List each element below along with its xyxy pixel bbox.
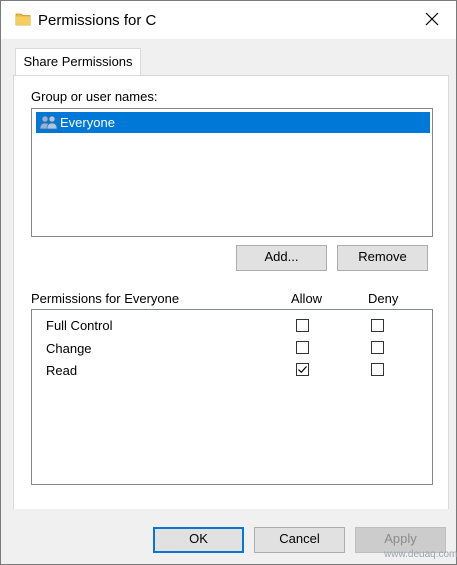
cancel-button[interactable]: Cancel <box>254 527 345 553</box>
permission-name-change: Change <box>46 341 92 356</box>
deny-change-checkbox[interactable] <box>371 341 384 354</box>
allow-change-checkbox[interactable] <box>296 341 309 354</box>
group-listbox[interactable]: Everyone <box>31 108 433 237</box>
deny-read-checkbox[interactable] <box>371 363 384 376</box>
deny-column-header: Deny <box>368 291 399 306</box>
allow-full-control-checkbox[interactable] <box>296 319 309 332</box>
allow-read-checkbox[interactable] <box>296 363 309 376</box>
list-item-label: Everyone <box>60 115 115 130</box>
allow-column-header: Allow <box>291 291 323 306</box>
tab-strip: Share Permissions <box>1 39 456 75</box>
list-item-everyone[interactable]: Everyone <box>36 112 430 133</box>
tab-share-permissions[interactable]: Share Permissions <box>15 48 141 75</box>
watermark-text: www.deuaq.com <box>384 549 457 560</box>
permissions-dialog: Permissions for C Share Permissions Grou… <box>0 0 457 565</box>
remove-button[interactable]: Remove <box>337 245 428 271</box>
add-button[interactable]: Add... <box>236 245 327 271</box>
permissions-label: Permissions for Everyone <box>31 291 180 306</box>
permission-name-full-control: Full Control <box>46 318 113 333</box>
folder-icon <box>15 11 31 27</box>
close-icon <box>425 12 439 29</box>
title-bar: Permissions for C <box>1 1 456 39</box>
share-permissions-panel: Group or user names: Everyone Add... Rem… <box>13 75 449 510</box>
deny-full-control-checkbox[interactable] <box>371 319 384 332</box>
check-icon <box>298 366 307 374</box>
users-icon <box>39 114 59 130</box>
permission-name-read: Read <box>46 363 78 378</box>
ok-button[interactable]: OK <box>153 527 244 553</box>
window-title: Permissions for C <box>38 12 157 29</box>
permissions-list: Full Control Change Read <box>31 309 433 485</box>
group-label: Group or user names: <box>31 89 158 104</box>
close-button[interactable] <box>416 5 448 35</box>
